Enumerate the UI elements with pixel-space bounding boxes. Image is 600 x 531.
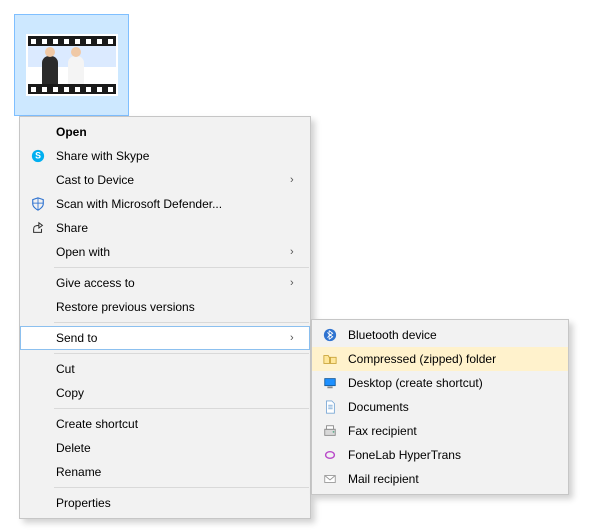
menu-separator bbox=[54, 267, 309, 268]
submenu-item-label: Bluetooth device bbox=[340, 328, 558, 342]
menu-restore-previous-versions[interactable]: Restore previous versions bbox=[20, 295, 310, 319]
menu-create-shortcut[interactable]: Create shortcut bbox=[20, 412, 310, 436]
menu-item-label: Rename bbox=[48, 465, 300, 479]
menu-share[interactable]: Share bbox=[20, 216, 310, 240]
menu-item-label: Properties bbox=[48, 496, 300, 510]
blank-icon bbox=[28, 330, 48, 346]
blank-icon bbox=[28, 361, 48, 377]
blank-icon bbox=[28, 172, 48, 188]
svg-text:S: S bbox=[35, 151, 41, 161]
menu-separator bbox=[54, 408, 309, 409]
submenu-item-label: Desktop (create shortcut) bbox=[340, 376, 558, 390]
menu-item-label: Cut bbox=[48, 362, 300, 376]
blank-icon bbox=[28, 299, 48, 315]
blank-icon bbox=[28, 124, 48, 140]
skype-icon: S bbox=[28, 148, 48, 164]
menu-rename[interactable]: Rename bbox=[20, 460, 310, 484]
menu-separator bbox=[54, 353, 309, 354]
menu-item-label: Delete bbox=[48, 441, 300, 455]
menu-separator bbox=[54, 487, 309, 488]
submenu-fax-recipient[interactable]: Fax recipient bbox=[312, 419, 568, 443]
submenu-compressed-folder[interactable]: Compressed (zipped) folder bbox=[312, 347, 568, 371]
document-icon bbox=[320, 399, 340, 415]
menu-separator bbox=[54, 322, 309, 323]
context-menu: Open S Share with Skype Cast to Device ›… bbox=[19, 116, 311, 519]
mail-icon bbox=[320, 471, 340, 487]
menu-item-label: Copy bbox=[48, 386, 300, 400]
share-icon bbox=[28, 220, 48, 236]
submenu-item-label: Fax recipient bbox=[340, 424, 558, 438]
submenu-documents[interactable]: Documents bbox=[312, 395, 568, 419]
blank-icon bbox=[28, 275, 48, 291]
submenu-desktop-shortcut[interactable]: Desktop (create shortcut) bbox=[312, 371, 568, 395]
menu-item-label: Send to bbox=[48, 331, 290, 345]
chevron-right-icon: › bbox=[290, 246, 300, 258]
submenu-item-label: Documents bbox=[340, 400, 558, 414]
menu-item-label: Restore previous versions bbox=[48, 300, 300, 314]
bluetooth-icon bbox=[320, 327, 340, 343]
blank-icon bbox=[28, 464, 48, 480]
menu-item-label: Cast to Device bbox=[48, 173, 290, 187]
send-to-submenu: Bluetooth device Compressed (zipped) fol… bbox=[311, 319, 569, 495]
blank-icon bbox=[28, 440, 48, 456]
menu-properties[interactable]: Properties bbox=[20, 491, 310, 515]
menu-item-label: Give access to bbox=[48, 276, 290, 290]
selected-video-file[interactable] bbox=[14, 14, 129, 116]
menu-item-label: Share with Skype bbox=[48, 149, 300, 163]
menu-give-access-to[interactable]: Give access to › bbox=[20, 271, 310, 295]
submenu-item-label: Compressed (zipped) folder bbox=[340, 352, 558, 366]
menu-share-skype[interactable]: S Share with Skype bbox=[20, 144, 310, 168]
desktop-icon bbox=[320, 375, 340, 391]
menu-open[interactable]: Open bbox=[20, 120, 310, 144]
submenu-item-label: Mail recipient bbox=[340, 472, 558, 486]
blank-icon bbox=[28, 495, 48, 511]
shield-icon bbox=[28, 196, 48, 212]
menu-open-with[interactable]: Open with › bbox=[20, 240, 310, 264]
menu-item-label: Scan with Microsoft Defender... bbox=[48, 197, 300, 211]
menu-item-label: Share bbox=[48, 221, 300, 235]
menu-cut[interactable]: Cut bbox=[20, 357, 310, 381]
blank-icon bbox=[28, 416, 48, 432]
blank-icon bbox=[28, 385, 48, 401]
submenu-item-label: FoneLab HyperTrans bbox=[340, 448, 558, 462]
menu-item-label: Open bbox=[48, 125, 300, 139]
video-thumbnail bbox=[26, 34, 118, 96]
menu-item-label: Open with bbox=[48, 245, 290, 259]
chevron-right-icon: › bbox=[290, 174, 300, 186]
menu-delete[interactable]: Delete bbox=[20, 436, 310, 460]
menu-scan-defender[interactable]: Scan with Microsoft Defender... bbox=[20, 192, 310, 216]
submenu-fonelab-hypertrans[interactable]: FoneLab HyperTrans bbox=[312, 443, 568, 467]
zip-folder-icon bbox=[320, 351, 340, 367]
submenu-mail-recipient[interactable]: Mail recipient bbox=[312, 467, 568, 491]
submenu-bluetooth-device[interactable]: Bluetooth device bbox=[312, 323, 568, 347]
menu-item-label: Create shortcut bbox=[48, 417, 300, 431]
menu-cast-to-device[interactable]: Cast to Device › bbox=[20, 168, 310, 192]
fax-icon bbox=[320, 423, 340, 439]
hypertrans-icon bbox=[320, 447, 340, 463]
menu-copy[interactable]: Copy bbox=[20, 381, 310, 405]
menu-send-to[interactable]: Send to › bbox=[20, 326, 310, 350]
blank-icon bbox=[28, 244, 48, 260]
chevron-right-icon: › bbox=[290, 277, 300, 289]
chevron-right-icon: › bbox=[290, 332, 300, 344]
